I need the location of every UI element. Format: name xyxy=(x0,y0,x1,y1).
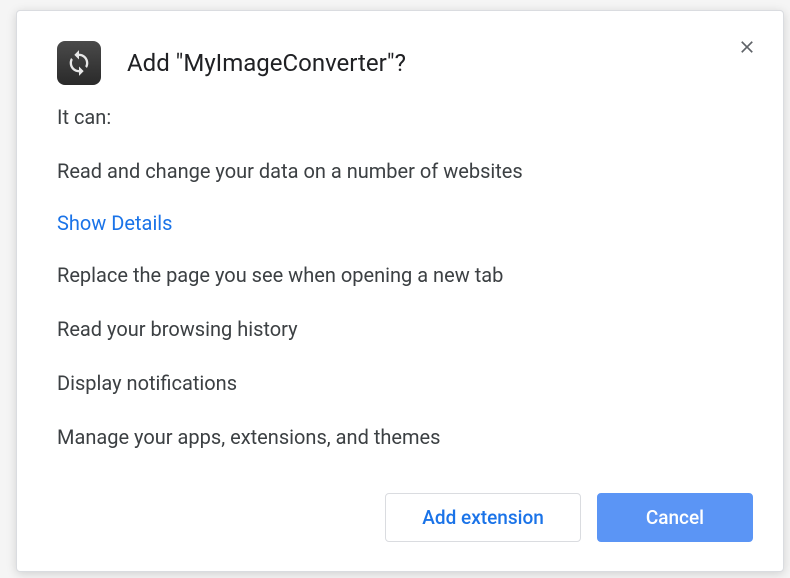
extension-icon xyxy=(57,41,101,85)
show-details-link[interactable]: Show Details xyxy=(57,211,173,235)
close-button[interactable] xyxy=(735,35,759,59)
permission-item: Replace the page you see when opening a … xyxy=(57,261,743,289)
add-extension-button[interactable]: Add extension xyxy=(385,493,581,542)
dialog-title: Add "MyImageConverter"? xyxy=(127,49,406,77)
extension-install-dialog: Add "MyImageConverter"? It can: Read and… xyxy=(16,10,784,572)
permission-item: Display notifications xyxy=(57,369,743,397)
dialog-body: It can: Read and change your data on a n… xyxy=(17,105,783,477)
close-icon xyxy=(737,37,757,57)
permission-item: Manage your apps, extensions, and themes xyxy=(57,423,743,451)
permission-item: Read and change your data on a number of… xyxy=(57,157,743,185)
cancel-button[interactable]: Cancel xyxy=(597,493,753,542)
sync-arrows-icon xyxy=(65,49,93,77)
dialog-footer: Add extension Cancel xyxy=(17,477,783,572)
permission-item: Read your browsing history xyxy=(57,315,743,343)
dialog-header: Add "MyImageConverter"? xyxy=(17,11,783,105)
permissions-intro: It can: xyxy=(57,105,743,129)
